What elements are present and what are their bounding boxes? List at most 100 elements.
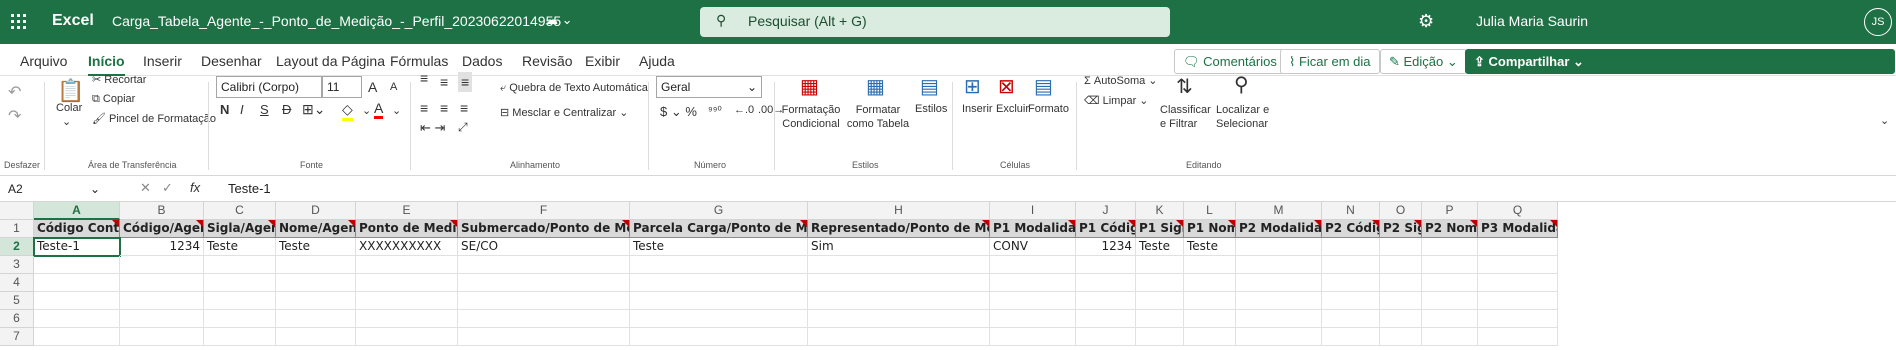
align-right-icon[interactable]: ≡	[460, 100, 468, 116]
cell-K7[interactable]	[1136, 328, 1184, 346]
grow-font-button[interactable]: A	[368, 79, 377, 95]
number-format-select[interactable]: Geral ⌄	[656, 76, 762, 98]
cell-L3[interactable]	[1184, 256, 1236, 274]
cell-F4[interactable]	[458, 274, 630, 292]
format-cells-button[interactable]: Formato	[1028, 103, 1069, 115]
cell-P2[interactable]	[1422, 238, 1478, 256]
column-header-K[interactable]: K	[1136, 202, 1184, 220]
tab-ajuda[interactable]: Ajuda	[639, 53, 675, 69]
cell-O3[interactable]	[1380, 256, 1422, 274]
underline-button[interactable]: S	[260, 102, 269, 117]
cell-P7[interactable]	[1422, 328, 1478, 346]
header-cell[interactable]: P3 Modalidade	[1478, 220, 1558, 238]
header-cell[interactable]: Parcela Carga/Ponto de Medição	[630, 220, 808, 238]
header-cell[interactable]: Submercado/Ponto de Medição	[458, 220, 630, 238]
cell-D2[interactable]: Teste	[276, 238, 356, 256]
cell-J4[interactable]	[1076, 274, 1136, 292]
cell-B2[interactable]: 1234	[120, 238, 204, 256]
fill-color-icon[interactable]: ◇	[342, 101, 353, 121]
cell-G6[interactable]	[630, 310, 808, 328]
share-button[interactable]: ⇪ Compartilhar ⌄	[1465, 49, 1895, 74]
cell-P5[interactable]	[1422, 292, 1478, 310]
cell-Q4[interactable]	[1478, 274, 1558, 292]
merge-center-button[interactable]: ⊟ Mesclar e Centralizar ⌄	[500, 106, 628, 119]
font-color-button[interactable]: A	[374, 100, 384, 119]
cell-J3[interactable]	[1076, 256, 1136, 274]
delete-cells-icon[interactable]: ⊠	[998, 74, 1015, 99]
header-cell[interactable]: P1 Modalidade	[990, 220, 1076, 238]
paste-button[interactable]: Colar	[56, 102, 82, 114]
cell-L4[interactable]	[1184, 274, 1236, 292]
search-box[interactable]: ⚲ Pesquisar (Alt + G)	[700, 7, 1170, 37]
cell-A3[interactable]	[34, 256, 120, 274]
document-menu-chevron-icon[interactable]: ☁ ⌄	[545, 12, 573, 28]
cell-M5[interactable]	[1236, 292, 1322, 310]
cell-D5[interactable]	[276, 292, 356, 310]
column-header-Q[interactable]: Q	[1478, 202, 1558, 220]
cell-D7[interactable]	[276, 328, 356, 346]
row-header-7[interactable]: 7	[0, 328, 34, 346]
cell-H7[interactable]	[808, 328, 990, 346]
formula-input[interactable]: Teste-1	[228, 181, 271, 196]
sort-filter-icon[interactable]: ⇅	[1176, 74, 1193, 99]
font-size-select[interactable]: 11	[322, 76, 362, 98]
strikethrough-button[interactable]: D	[282, 102, 291, 117]
format-painter-button[interactable]: 🖌 Pincel de Formatação	[92, 112, 216, 125]
wrap-text-button[interactable]: ⤶ Quebra de Texto Automática	[500, 82, 648, 95]
header-cell[interactable]: P2 Sigla	[1380, 220, 1422, 238]
column-header-A[interactable]: A	[34, 202, 120, 220]
row-header-1[interactable]: 1	[0, 220, 34, 238]
clear-button[interactable]: ⌫ Limpar ⌄	[1084, 94, 1149, 107]
cell-P4[interactable]	[1422, 274, 1478, 292]
header-cell[interactable]: Nome/Agente	[276, 220, 356, 238]
cell-M2[interactable]	[1236, 238, 1322, 256]
cell-Q7[interactable]	[1478, 328, 1558, 346]
insert-cells-button[interactable]: Inserir	[962, 103, 993, 115]
header-cell[interactable]: P1 Sigla	[1136, 220, 1184, 238]
cell-H3[interactable]	[808, 256, 990, 274]
row-header-6[interactable]: 6	[0, 310, 34, 328]
cell-F3[interactable]	[458, 256, 630, 274]
select-all-corner[interactable]	[0, 202, 34, 220]
enter-icon[interactable]: ✓	[162, 180, 173, 196]
cell-C5[interactable]	[204, 292, 276, 310]
row-header-3[interactable]: 3	[0, 256, 34, 274]
cell-P3[interactable]	[1422, 256, 1478, 274]
cell-L6[interactable]	[1184, 310, 1236, 328]
cell-O2[interactable]	[1380, 238, 1422, 256]
redo-icon[interactable]: ↷	[8, 106, 21, 126]
cell-G2[interactable]: Teste	[630, 238, 808, 256]
column-header-F[interactable]: F	[458, 202, 630, 220]
header-cell[interactable]: Ponto de Medição	[356, 220, 458, 238]
column-header-B[interactable]: B	[120, 202, 204, 220]
header-cell[interactable]: Código Contrato	[34, 220, 120, 238]
delete-cells-button[interactable]: Excluir	[996, 103, 1029, 115]
cell-L5[interactable]	[1184, 292, 1236, 310]
conditional-format-icon[interactable]: ▦	[800, 74, 819, 99]
header-cell[interactable]: P1 Nome	[1184, 220, 1236, 238]
cell-N3[interactable]	[1322, 256, 1380, 274]
tab-desenhar[interactable]: Desenhar	[201, 53, 262, 69]
cell-H6[interactable]	[808, 310, 990, 328]
cell-B3[interactable]	[120, 256, 204, 274]
cell-M7[interactable]	[1236, 328, 1322, 346]
insert-cells-icon[interactable]: ⊞	[964, 74, 981, 99]
format-as-table-button[interactable]: Formatar como Tabela	[843, 103, 913, 131]
chevron-down-icon[interactable]: ⌄	[362, 104, 371, 117]
cell-E4[interactable]	[356, 274, 458, 292]
cell-G3[interactable]	[630, 256, 808, 274]
cancel-icon[interactable]: ✕	[140, 180, 151, 196]
cell-A5[interactable]	[34, 292, 120, 310]
cut-button[interactable]: ✂ Recortar	[92, 73, 146, 86]
cell-M6[interactable]	[1236, 310, 1322, 328]
cell-A6[interactable]	[34, 310, 120, 328]
column-header-O[interactable]: O	[1380, 202, 1422, 220]
cell-Q5[interactable]	[1478, 292, 1558, 310]
header-cell[interactable]: P2 Modalidade	[1236, 220, 1322, 238]
copy-button[interactable]: ⧉ Copiar	[92, 93, 135, 106]
column-header-H[interactable]: H	[808, 202, 990, 220]
cell-N7[interactable]	[1322, 328, 1380, 346]
cell-I2[interactable]: CONV	[990, 238, 1076, 256]
tab-arquivo[interactable]: Arquivo	[20, 53, 67, 69]
cell-E5[interactable]	[356, 292, 458, 310]
